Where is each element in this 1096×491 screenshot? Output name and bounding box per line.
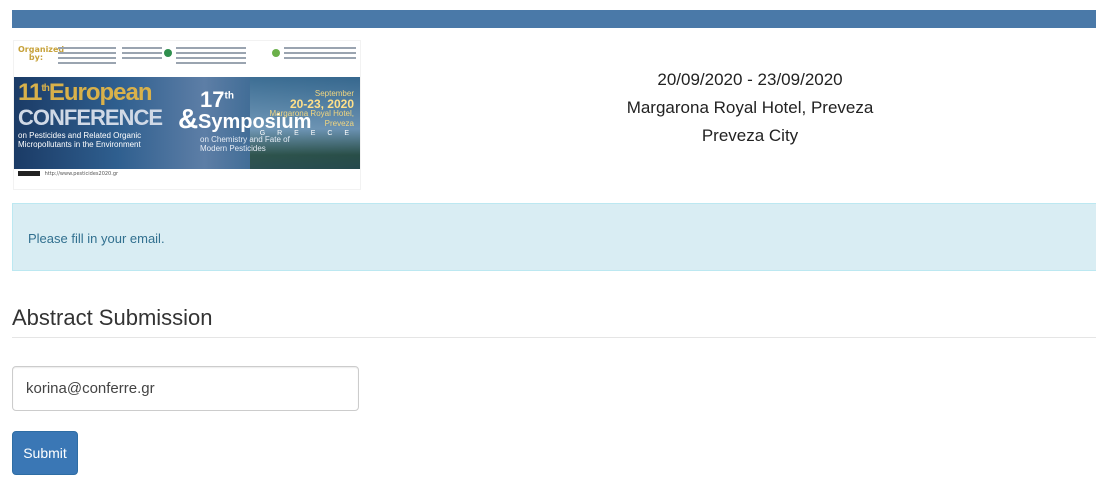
sponsor-tag — [18, 171, 40, 176]
ampersand: & — [178, 103, 199, 134]
banner-days: 20-23, 2020 — [289, 97, 354, 111]
page-title: Abstract Submission — [12, 305, 213, 330]
conference-subtitle: on Pesticides and Related Organic Microp… — [18, 131, 142, 149]
organizers-row: Organized by: — [14, 41, 360, 77]
banner-city: Preveza — [324, 119, 354, 128]
banner-website: http://www.pesticides2020.gr — [44, 171, 119, 177]
banner-venue: Margarona Royal Hotel, — [269, 109, 354, 118]
organizer-logo-icon-2 — [272, 49, 280, 57]
email-field[interactable] — [12, 366, 359, 411]
conference-title: 11thEuropean — [18, 79, 153, 106]
organizer-block-1 — [58, 47, 116, 69]
event-dates: 20/09/2020 - 23/09/2020 — [657, 70, 843, 89]
banner-footer: http://www.pesticides2020.gr — [14, 169, 360, 189]
info-alert: Please fill in your email. — [12, 203, 1096, 271]
top-bar — [12, 10, 1096, 28]
conference-banner: Organized by: 11thEuropean CONFERENCE on… — [13, 40, 361, 190]
organized-by-label: Organized by: — [18, 45, 65, 62]
organizer-block-3 — [176, 47, 246, 69]
title-divider — [12, 337, 1096, 338]
organizer-block-2 — [122, 47, 162, 69]
alert-message: Please fill in your email. — [28, 231, 165, 246]
organizer-logo-icon — [164, 49, 172, 57]
event-venue: Margarona Royal Hotel, Preveza — [626, 98, 874, 117]
conference-word: CONFERENCE — [18, 105, 163, 130]
event-info: 20/09/2020 - 23/09/2020 Margarona Royal … — [560, 66, 940, 150]
symposium-number: 17th — [200, 87, 234, 112]
event-city: Preveza City — [701, 126, 799, 145]
submit-button[interactable]: Submit — [12, 431, 78, 475]
organizer-block-4 — [284, 47, 356, 69]
banner-dates: September 20-23, 2020 Margarona Royal Ho… — [260, 89, 354, 139]
banner-country: G R E E C E — [259, 130, 354, 137]
